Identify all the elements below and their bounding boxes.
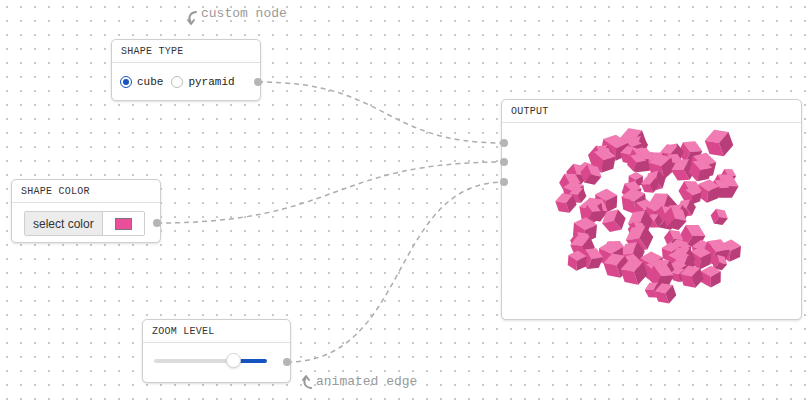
output-node[interactable]: OUTPUT [501, 99, 802, 320]
zoom-level-node[interactable]: ZOOM LEVEL [142, 319, 291, 383]
node-title: OUTPUT [502, 100, 801, 123]
select-color-button[interactable]: select color [24, 211, 145, 236]
cube-shape [553, 190, 578, 216]
radio-group: cube pyramid [112, 63, 260, 101]
radio-button[interactable] [171, 76, 183, 88]
node-handle[interactable] [153, 219, 161, 227]
cube-shape [598, 205, 629, 237]
custom-node-annotation: custom node [186, 4, 287, 26]
edge[interactable] [258, 82, 504, 143]
flow-canvas[interactable]: custom node animated edge SHAPE TYPE cubepy… [0, 0, 806, 400]
radio-option[interactable]: pyramid [171, 74, 234, 91]
cube-shape [618, 255, 649, 288]
zoom-slider[interactable] [154, 359, 267, 363]
slider-thumb[interactable] [226, 353, 241, 368]
cube-shape [678, 262, 705, 291]
node-title: SHAPE TYPE [112, 40, 260, 63]
radio-option[interactable]: cube [120, 74, 163, 91]
node-handle[interactable] [500, 178, 508, 186]
animated-edge-annotation: animated edge [301, 372, 417, 392]
curved-arrow-icon [301, 374, 313, 390]
cube-shape [708, 205, 731, 228]
edge[interactable] [157, 162, 504, 223]
node-handle[interactable] [500, 139, 508, 147]
node-title: ZOOM LEVEL [143, 320, 290, 343]
cube-shape [653, 280, 678, 307]
shape-render [502, 123, 802, 319]
cube-shape [626, 151, 648, 174]
node-handle[interactable] [500, 158, 508, 166]
shape-type-node[interactable]: SHAPE TYPE cube pyramid [111, 39, 261, 101]
node-handle[interactable] [254, 78, 262, 86]
edge[interactable] [287, 182, 504, 362]
node-handle[interactable] [283, 358, 291, 366]
color-swatch [115, 218, 132, 230]
curved-arrow-icon [186, 10, 198, 26]
cube-shape [567, 250, 587, 272]
radio-button[interactable] [120, 76, 132, 88]
shape-color-node[interactable]: SHAPE COLOR select color [11, 179, 161, 243]
node-title: SHAPE COLOR [12, 180, 160, 203]
cube-shape [701, 266, 721, 288]
